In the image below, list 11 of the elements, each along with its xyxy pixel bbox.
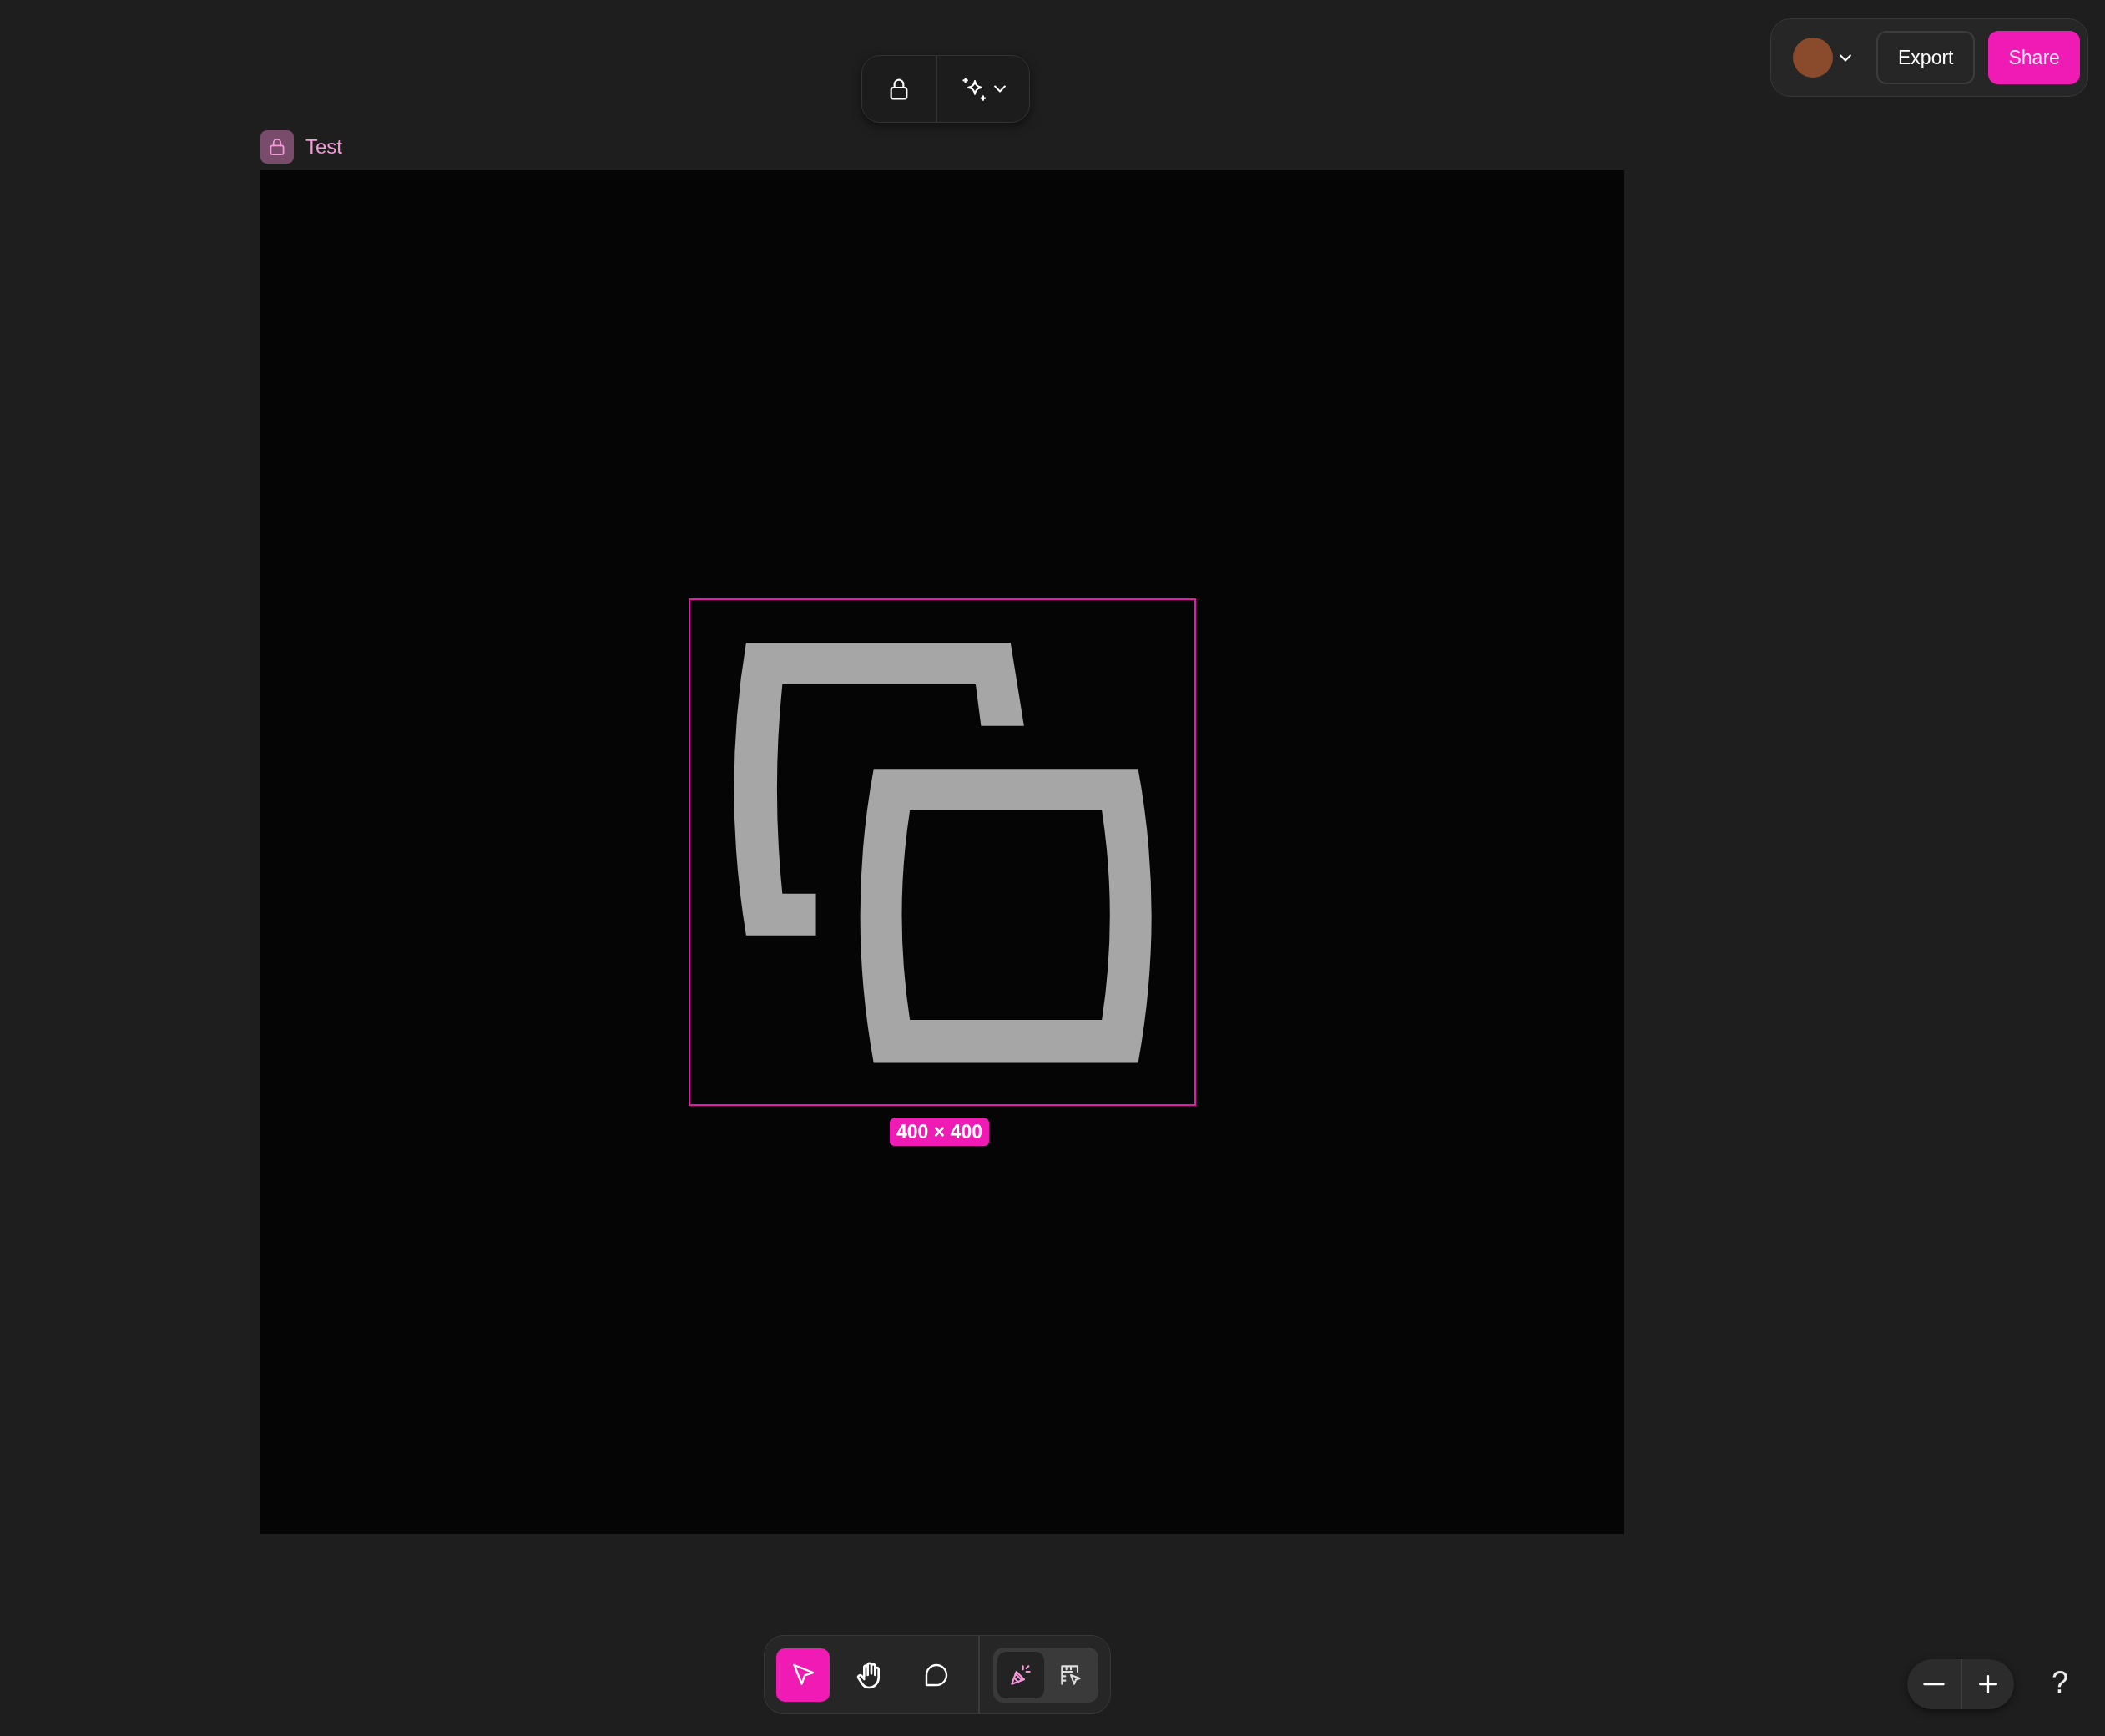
lock-badge[interactable] <box>260 130 294 164</box>
chevron-down-icon <box>1840 53 1851 62</box>
chevron-down-icon <box>994 85 1006 93</box>
size-badge: 400 × 400 <box>890 1118 989 1146</box>
design-mode-button[interactable] <box>997 1651 1044 1698</box>
export-button[interactable]: Export <box>1876 31 1976 84</box>
frame-name[interactable]: Test <box>305 135 342 159</box>
select-tool[interactable] <box>776 1648 830 1702</box>
help-button[interactable]: ? <box>2047 1664 2074 1701</box>
avatar <box>1793 38 1833 78</box>
minus-icon <box>1923 1683 1945 1686</box>
